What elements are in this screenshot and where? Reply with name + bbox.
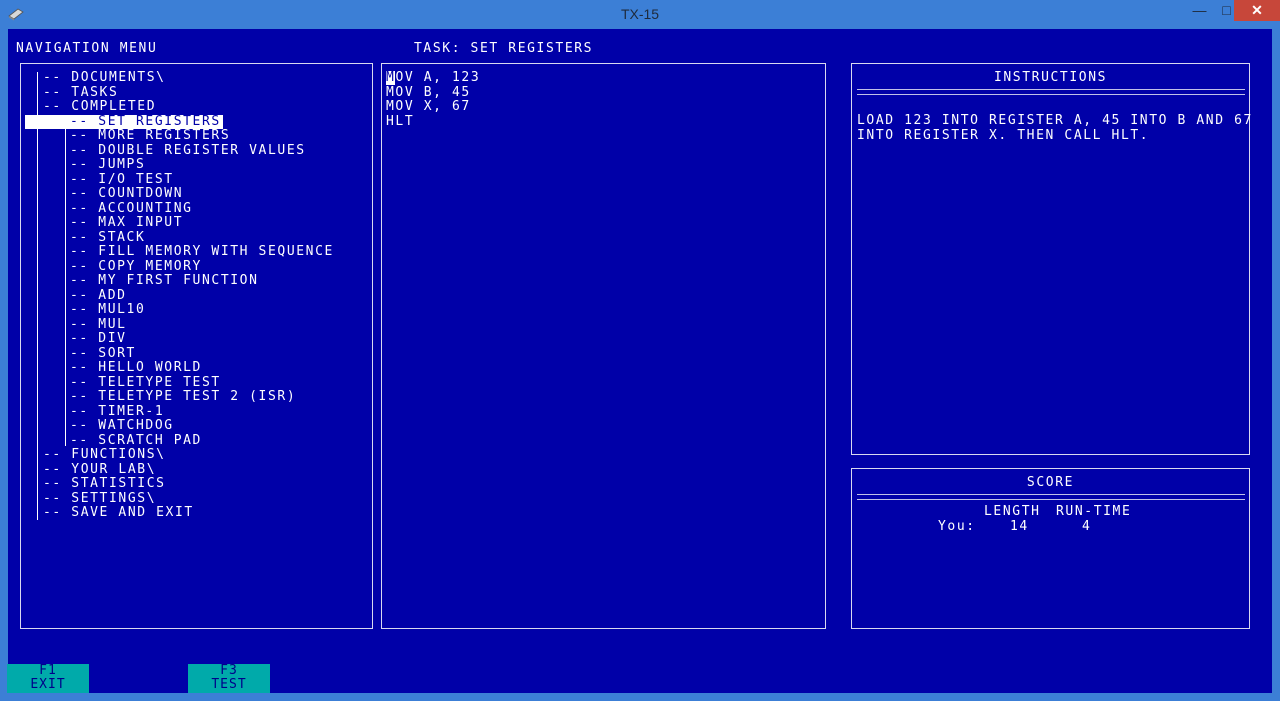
nav-item[interactable]: -- ACCOUNTING bbox=[21, 200, 373, 217]
nav-item[interactable]: -- HELLO WORLD bbox=[21, 360, 373, 376]
nav-item[interactable]: -- SETTINGS\ bbox=[21, 490, 373, 507]
nav-item[interactable]: -- SCRATCH PAD bbox=[21, 432, 373, 449]
window-frame-right bbox=[1272, 29, 1280, 693]
nav-item[interactable]: -- SORT bbox=[21, 345, 373, 362]
instructions-divider bbox=[857, 89, 1245, 95]
score-panel bbox=[851, 468, 1250, 629]
nav-item[interactable]: -- MUL10 bbox=[21, 302, 373, 318]
nav-item-label: -- SETTINGS\ bbox=[43, 490, 157, 506]
nav-item-label: -- WATCHDOG bbox=[70, 418, 174, 433]
score-divider bbox=[857, 494, 1245, 500]
code-line-1-text: OV A, 123 bbox=[395, 70, 481, 85]
nav-item[interactable]: -- SET REGISTERS bbox=[21, 113, 373, 130]
score-title: SCORE bbox=[1026, 475, 1075, 490]
code-line-1[interactable]: MOV A, 123 bbox=[386, 70, 481, 86]
nav-item-label: -- COPY MEMORY bbox=[70, 258, 202, 274]
nav-item[interactable]: -- WATCHDOG bbox=[21, 418, 373, 434]
nav-item[interactable]: -- COMPLETED bbox=[21, 99, 373, 115]
nav-item[interactable]: -- SAVE AND EXIT bbox=[21, 505, 373, 521]
nav-item-label: -- TELETYPE TEST 2 (ISR) bbox=[70, 389, 297, 404]
nav-item-label: -- FILL MEMORY WITH SEQUENCE bbox=[70, 244, 334, 259]
nav-item-label: -- ADD bbox=[70, 287, 127, 303]
instructions-line-1: LOAD 123 INTO REGISTER A, 45 INTO B AND … bbox=[857, 113, 1253, 128]
score-runtime-value: 4 bbox=[1082, 518, 1092, 534]
nav-item-label: -- COMPLETED bbox=[43, 99, 157, 114]
nav-item-label: -- JUMPS bbox=[70, 157, 146, 172]
nav-item-label: -- TASKS bbox=[43, 84, 119, 100]
f3-test-button[interactable]: F3 TEST bbox=[188, 664, 270, 693]
nav-item-label: -- MAX INPUT bbox=[70, 215, 184, 230]
nav-item-label: -- DOCUMENTS\ bbox=[43, 70, 166, 85]
score-length-header: LENGTH bbox=[984, 504, 1041, 519]
nav-item-label: -- SCRATCH PAD bbox=[70, 432, 202, 448]
code-line-3[interactable]: MOV X, 67 bbox=[386, 99, 471, 115]
navigation-panel: -- DOCUMENTS\ -- TASKS -- COMPLETED -- SET … bbox=[20, 63, 373, 629]
nav-item[interactable]: -- TELETYPE TEST 2 (ISR) bbox=[21, 389, 373, 405]
nav-item-label: -- COUNTDOWN bbox=[70, 186, 184, 201]
window-frame-left bbox=[0, 29, 8, 693]
nav-item-label: -- MY FIRST FUNCTION bbox=[70, 273, 259, 288]
instructions-line-2: INTO REGISTER X. THEN CALL HLT. bbox=[857, 127, 1150, 143]
nav-item[interactable]: -- I/O TEST bbox=[21, 171, 373, 188]
nav-item[interactable]: -- DOUBLE REGISTER VALUES bbox=[21, 142, 373, 159]
nav-item-label: -- I/O TEST bbox=[70, 171, 174, 187]
minimize-button[interactable]: — bbox=[1186, 0, 1213, 21]
score-runtime-header: RUN-TIME bbox=[1056, 504, 1132, 519]
nav-item-label: -- YOUR LAB\ bbox=[43, 461, 157, 477]
nav-item[interactable]: -- ADD bbox=[21, 287, 373, 304]
nav-item-label: -- STACK bbox=[70, 229, 146, 245]
nav-item-label: -- ACCOUNTING bbox=[70, 200, 193, 216]
nav-item-label: -- MORE REGISTERS bbox=[70, 128, 231, 143]
nav-item[interactable]: -- YOUR LAB\ bbox=[21, 461, 373, 478]
nav-item[interactable]: -- COUNTDOWN bbox=[21, 186, 373, 202]
window-title: TX-15 bbox=[620, 6, 660, 22]
nav-item[interactable]: -- TELETYPE TEST bbox=[21, 374, 373, 391]
nav-item[interactable]: -- FUNCTIONS\ bbox=[21, 447, 373, 463]
nav-item[interactable]: -- TASKS bbox=[21, 84, 373, 101]
nav-item[interactable]: -- MAX INPUT bbox=[21, 215, 373, 231]
code-line-4[interactable]: HLT bbox=[386, 114, 414, 130]
f1-label: EXIT bbox=[30, 677, 66, 692]
nav-item-label: -- DOUBLE REGISTER VALUES bbox=[70, 142, 306, 158]
score-row-label: You: bbox=[938, 518, 976, 534]
window-frame-bottom bbox=[0, 693, 1280, 701]
nav-item-label: -- TELETYPE TEST bbox=[70, 374, 221, 390]
code-line-2[interactable]: MOV B, 45 bbox=[386, 85, 471, 101]
nav-item[interactable]: -- STATISTICS bbox=[21, 476, 373, 492]
nav-item[interactable]: -- MUL bbox=[21, 316, 373, 333]
nav-item[interactable]: -- COPY MEMORY bbox=[21, 258, 373, 275]
nav-item[interactable]: -- MY FIRST FUNCTION bbox=[21, 273, 373, 289]
nav-item-label: -- TIMER-1 bbox=[70, 403, 165, 419]
nav-item[interactable]: -- MORE REGISTERS bbox=[21, 128, 373, 144]
nav-item[interactable]: -- FILL MEMORY WITH SEQUENCE bbox=[21, 244, 373, 260]
nav-item-label: -- STATISTICS bbox=[43, 476, 166, 491]
nav-item[interactable]: -- JUMPS bbox=[21, 157, 373, 173]
f3-key: F3 bbox=[220, 663, 238, 678]
score-length-value: 14 bbox=[1010, 518, 1029, 534]
nav-item-label: -- SET REGISTERS bbox=[70, 113, 221, 129]
window-title-bar[interactable]: TX-15 — □ ✕ bbox=[0, 0, 1280, 29]
task-header: TASK: SET REGISTERS bbox=[414, 41, 594, 56]
nav-item-label: -- SORT bbox=[70, 345, 136, 361]
f1-key: F1 bbox=[39, 663, 57, 678]
nav-item[interactable]: -- TIMER-1 bbox=[21, 403, 373, 420]
nav-item-label: -- FUNCTIONS\ bbox=[43, 447, 166, 462]
instructions-title: INSTRUCTIONS bbox=[993, 70, 1108, 85]
code-editor[interactable] bbox=[381, 63, 826, 629]
nav-item-label: -- HELLO WORLD bbox=[70, 360, 202, 375]
nav-item[interactable]: -- DOCUMENTS\ bbox=[21, 70, 373, 86]
nav-item-label: -- SAVE AND EXIT bbox=[43, 505, 194, 520]
nav-item-label: -- MUL bbox=[70, 316, 127, 332]
nav-header: NAVIGATION MENU bbox=[16, 41, 158, 56]
nav-item[interactable]: -- DIV bbox=[21, 331, 373, 347]
nav-tree: -- DOCUMENTS\ -- TASKS -- COMPLETED -- SET … bbox=[21, 70, 373, 521]
f3-label: TEST bbox=[211, 677, 247, 692]
f1-exit-button[interactable]: F1 EXIT bbox=[7, 664, 89, 693]
close-button[interactable]: ✕ bbox=[1234, 0, 1280, 21]
nav-item[interactable]: -- STACK bbox=[21, 229, 373, 246]
nav-item-label: -- DIV bbox=[70, 331, 127, 346]
nav-item-label: -- MUL10 bbox=[70, 302, 146, 317]
